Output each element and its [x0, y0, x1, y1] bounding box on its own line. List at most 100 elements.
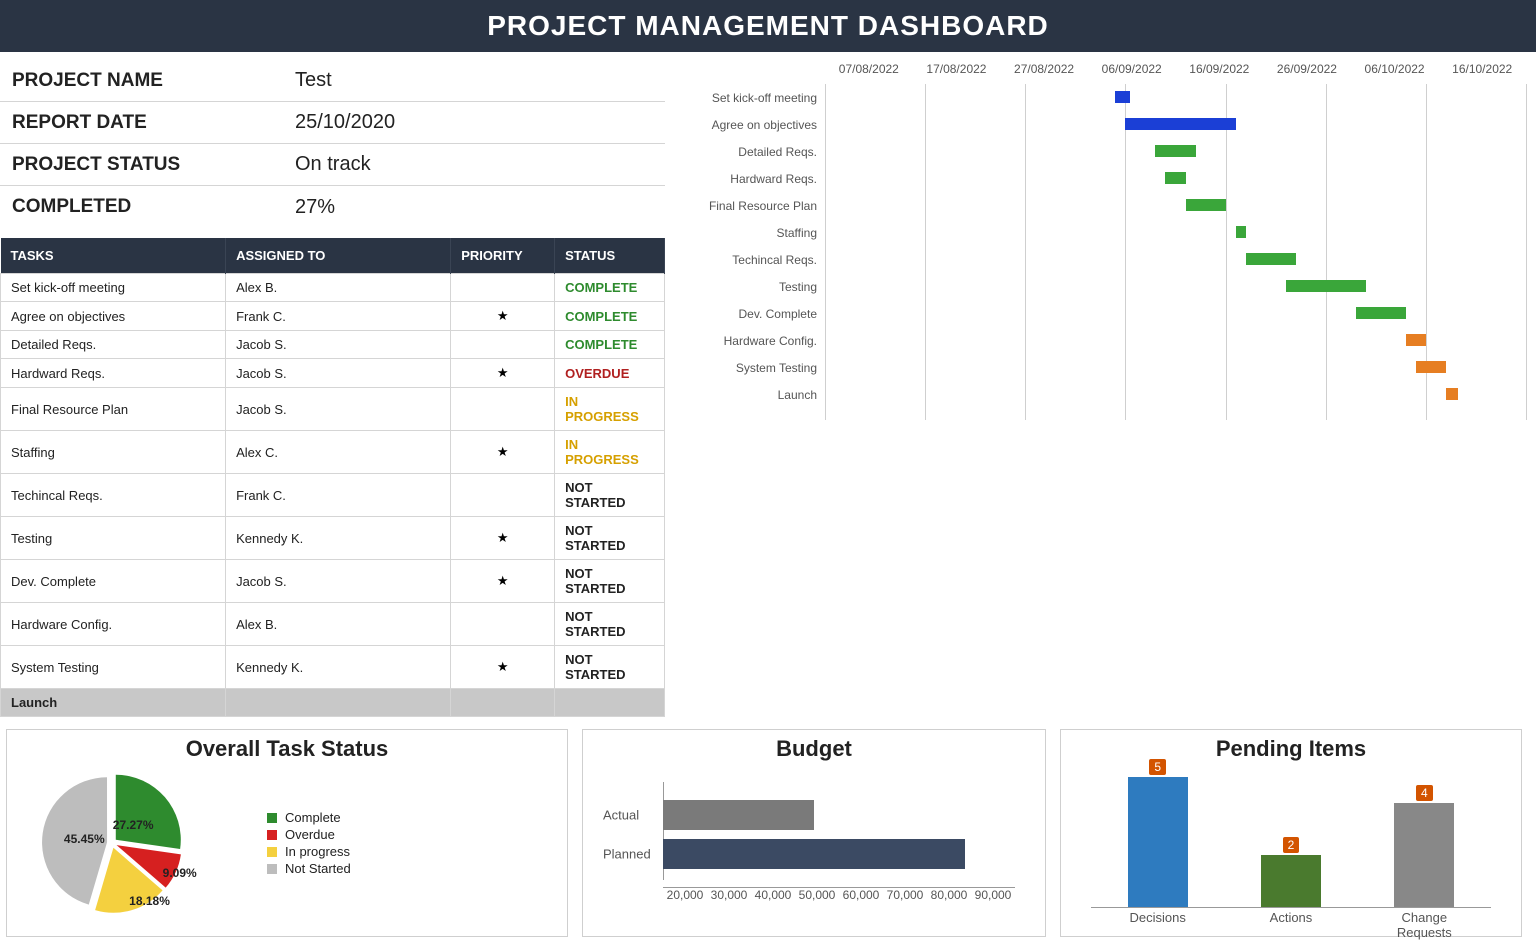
cell-task: Hardward Reqs.	[1, 359, 226, 388]
budget-tick: 40,000	[751, 888, 795, 902]
legend-item: Complete	[267, 810, 351, 825]
budget-chart-title: Budget	[583, 730, 1045, 762]
cell-task: Techincal Reqs.	[1, 474, 226, 517]
table-row[interactable]: Set kick-off meetingAlex B.COMPLETE	[1, 274, 665, 302]
pending-bar-value-badge: 4	[1416, 785, 1433, 801]
gantt-bar	[1406, 334, 1426, 346]
table-row[interactable]: Agree on objectivesFrank C.★COMPLETE	[1, 302, 665, 331]
cell-status: NOT STARTED	[555, 474, 665, 517]
cell-priority	[451, 689, 555, 717]
pending-bar-value-badge: 5	[1149, 759, 1166, 775]
cell-status: NOT STARTED	[555, 560, 665, 603]
summary-row: PROJECT NAMETest	[0, 60, 665, 102]
table-row[interactable]: Techincal Reqs.Frank C.NOT STARTED	[1, 474, 665, 517]
status-chart-title: Overall Task Status	[7, 730, 567, 762]
summary-value: 27%	[225, 196, 665, 219]
gantt-row-track	[825, 138, 1526, 165]
gantt-bar	[1115, 91, 1130, 103]
budget-series-label: Actual	[603, 807, 639, 822]
gantt-row-track	[825, 381, 1526, 408]
gantt-row-track	[825, 246, 1526, 273]
pending-x-label: Change Requests	[1374, 910, 1474, 940]
gantt-date-tick: 26/09/2022	[1263, 62, 1351, 76]
table-row[interactable]: System TestingKennedy K.★NOT STARTED	[1, 646, 665, 689]
summary-label: PROJECT STATUS	[0, 154, 225, 176]
gantt-row-label: Staffing	[685, 226, 825, 240]
gantt-bar	[1286, 280, 1366, 292]
cell-status: COMPLETE	[555, 331, 665, 359]
gantt-row-label: Hardward Reqs.	[685, 172, 825, 186]
gantt-row-track	[825, 219, 1526, 246]
budget-tick: 90,000	[971, 888, 1015, 902]
pie-slice-label: 18.18%	[129, 894, 170, 908]
star-icon: ★	[497, 308, 509, 323]
gantt-row-label: Final Resource Plan	[685, 199, 825, 213]
cell-priority	[451, 388, 555, 431]
tasks-tbody: Set kick-off meetingAlex B.COMPLETEAgree…	[1, 274, 665, 717]
pending-x-label: Decisions	[1108, 910, 1208, 940]
pending-items-card: Pending Items 524 DecisionsActionsChange…	[1060, 729, 1522, 937]
legend-label: Overdue	[285, 827, 335, 842]
table-row[interactable]: Hardware Config.Alex B.NOT STARTED	[1, 603, 665, 646]
table-row[interactable]: TestingKennedy K.★NOT STARTED	[1, 517, 665, 560]
gantt-bar	[1356, 307, 1406, 319]
cell-priority: ★	[451, 517, 555, 560]
cell-task: Hardware Config.	[1, 603, 226, 646]
gantt-bar	[1155, 145, 1195, 157]
gantt-date-tick: 06/10/2022	[1351, 62, 1439, 76]
summary-label: PROJECT NAME	[0, 70, 225, 92]
pending-plot: 524	[1091, 768, 1491, 908]
gantt-date-axis: 07/08/202217/08/202227/08/202206/09/2022…	[825, 62, 1526, 76]
gantt-row-track	[825, 111, 1526, 138]
cell-task: Set kick-off meeting	[1, 274, 226, 302]
summary-label: COMPLETED	[0, 196, 225, 218]
budget-series-label: Planned	[603, 846, 651, 861]
cell-status: NOT STARTED	[555, 603, 665, 646]
gantt-date-tick: 27/08/2022	[1000, 62, 1088, 76]
pie-slice-label: 27.27%	[113, 818, 154, 832]
budget-tick: 80,000	[927, 888, 971, 902]
table-row[interactable]: Dev. CompleteJacob S.★NOT STARTED	[1, 560, 665, 603]
gantt-row-label: Launch	[685, 388, 825, 402]
star-icon: ★	[497, 365, 509, 380]
cell-task: Launch	[1, 689, 226, 717]
left-column: PROJECT NAMETestREPORT DATE25/10/2020PRO…	[0, 52, 665, 717]
table-row[interactable]: Detailed Reqs.Jacob S.COMPLETE	[1, 331, 665, 359]
cell-task: Staffing	[1, 431, 226, 474]
gantt-plot: Set kick-off meeting Agree on objectives D…	[685, 84, 1526, 420]
legend-item: Not Started	[267, 861, 351, 876]
gantt-row: Detailed Reqs.	[685, 138, 1526, 165]
gantt-row: Set kick-off meeting	[685, 84, 1526, 111]
table-row[interactable]: Hardward Reqs.Jacob S.★OVERDUE	[1, 359, 665, 388]
legend-swatch	[267, 864, 277, 874]
gantt-date-tick: 17/08/2022	[913, 62, 1001, 76]
pie-slice-label: 9.09%	[163, 866, 197, 880]
summary-row: PROJECT STATUSOn track	[0, 144, 665, 186]
gantt-row-label: System Testing	[685, 361, 825, 375]
pending-bar	[1261, 855, 1321, 907]
star-icon: ★	[497, 530, 509, 545]
cell-priority	[451, 274, 555, 302]
gantt-row-label: Dev. Complete	[685, 307, 825, 321]
th-assigned: ASSIGNED TO	[226, 238, 451, 274]
gantt-row-label: Agree on objectives	[685, 118, 825, 132]
gantt-bar	[1246, 253, 1296, 265]
cell-priority: ★	[451, 560, 555, 603]
gantt-row: Hardware Config.	[685, 327, 1526, 354]
table-row[interactable]: StaffingAlex C.★IN PROGRESS	[1, 431, 665, 474]
cell-priority: ★	[451, 359, 555, 388]
gantt-row: Launch	[685, 381, 1526, 408]
budget-tick: 60,000	[839, 888, 883, 902]
cell-priority: ★	[451, 646, 555, 689]
legend-swatch	[267, 813, 277, 823]
legend-label: In progress	[285, 844, 350, 859]
pending-bar-wrap: 4	[1374, 785, 1474, 907]
gantt-row: Techincal Reqs.	[685, 246, 1526, 273]
gantt-bar	[1236, 226, 1246, 238]
table-row-launch[interactable]: Launch	[1, 689, 665, 717]
star-icon: ★	[497, 659, 509, 674]
gantt-row-track	[825, 273, 1526, 300]
gantt-row-track	[825, 327, 1526, 354]
gantt-bar	[1125, 118, 1235, 130]
table-row[interactable]: Final Resource PlanJacob S.IN PROGRESS	[1, 388, 665, 431]
